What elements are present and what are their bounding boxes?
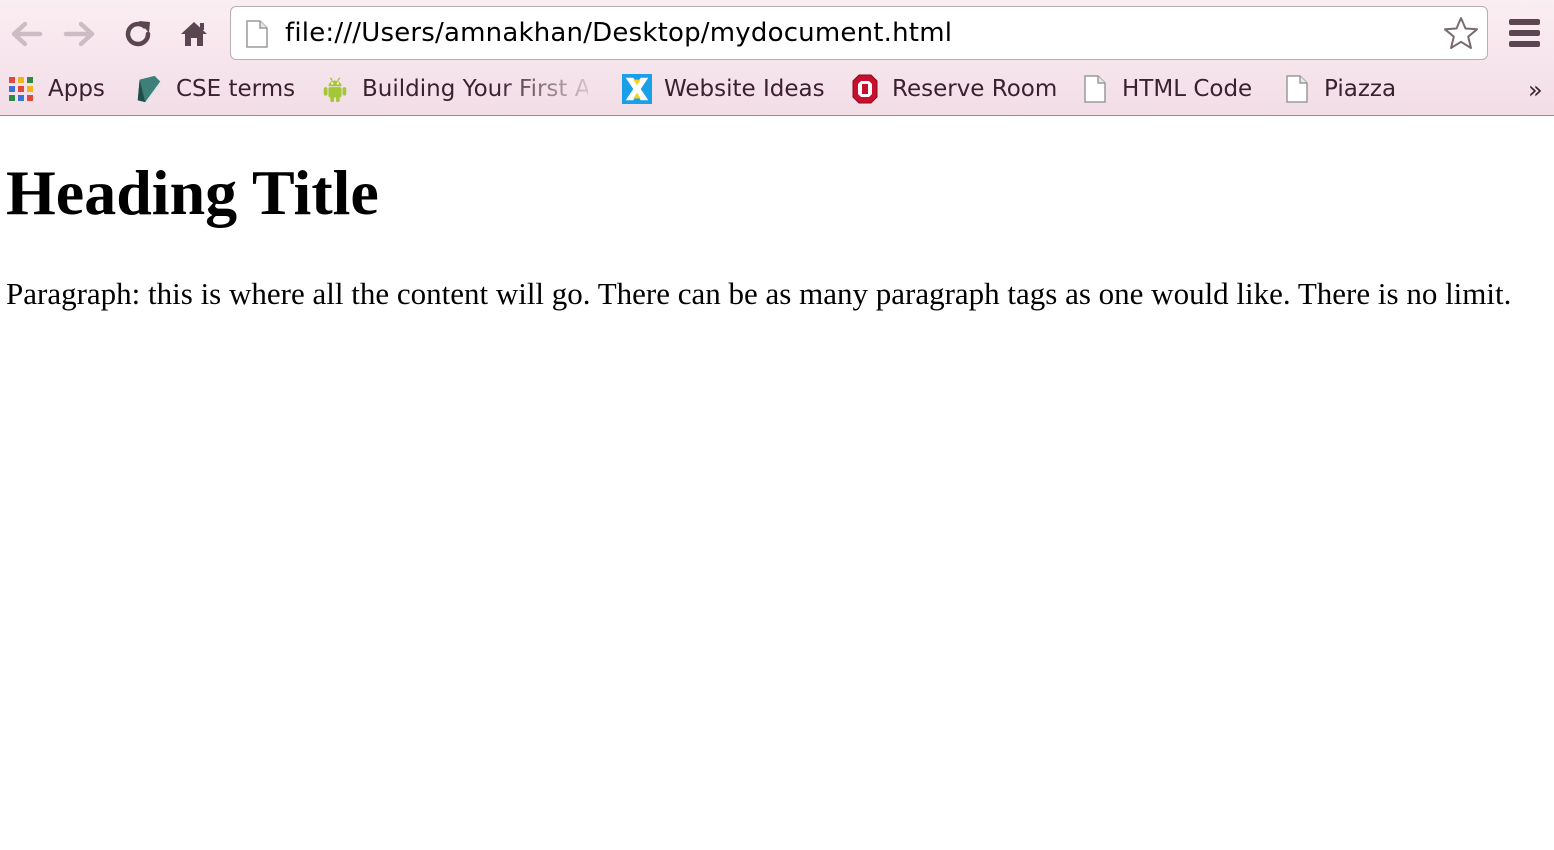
bookmark-label: Apps [48,76,105,102]
android-icon [320,74,350,104]
bookmark-html-code[interactable]: HTML Code [1080,72,1252,106]
page-icon [1080,74,1110,104]
home-button[interactable] [174,14,214,54]
forward-arrow-icon [63,21,95,47]
page-icon [1282,74,1312,104]
ohio-state-icon [850,74,880,104]
reload-icon [125,21,151,47]
bookmark-piazza[interactable]: Piazza [1282,72,1396,106]
bookmarks-bar: Apps CSE terms Building Your First A Web… [0,66,1554,114]
forward-button[interactable] [60,14,100,54]
chrome-menu-button[interactable] [1506,14,1544,52]
browser-window: file:///Users/amnakhan/Desktop/mydocumen… [0,0,1554,850]
address-url[interactable]: file:///Users/amnakhan/Desktop/mydocumen… [285,18,952,48]
page-paragraph: Paragraph: this is where all the content… [6,276,1512,311]
bookmark-reserve-room[interactable]: Reserve Room [850,72,1057,106]
book-icon [134,74,164,104]
website-ideas-icon [622,74,652,104]
bookmark-label: CSE terms [176,76,296,102]
back-button[interactable] [6,14,46,54]
back-arrow-icon [11,21,43,47]
bookmark-star-icon[interactable] [1443,16,1479,55]
bookmark-apps[interactable]: Apps [6,72,105,106]
bookmarks-overflow-chevron-icon[interactable]: » [1528,76,1543,104]
page-content: Heading Title Paragraph: this is where a… [0,116,1554,850]
browser-toolbar: file:///Users/amnakhan/Desktop/mydocumen… [0,0,1554,66]
browser-chrome: file:///Users/amnakhan/Desktop/mydocumen… [0,0,1554,116]
hamburger-menu-icon [1509,19,1540,47]
home-icon [181,22,207,46]
bookmark-label: HTML Code [1122,76,1253,102]
bookmark-label: Reserve Room [892,76,1058,102]
bookmark-building-your-first-app[interactable]: Building Your First A [320,72,588,106]
bookmark-label: Building Your First A [362,76,588,102]
address-bar[interactable]: file:///Users/amnakhan/Desktop/mydocumen… [230,6,1488,60]
page-heading: Heading Title [6,157,379,228]
bookmark-label: Piazza [1324,76,1397,102]
page-icon [245,20,269,53]
bookmark-cse-terms[interactable]: CSE terms [134,72,295,106]
bookmark-website-ideas[interactable]: Website Ideas [622,72,825,106]
apps-grid-icon [6,74,36,104]
bookmark-label: Website Ideas [664,76,825,102]
reload-button[interactable] [118,14,158,54]
